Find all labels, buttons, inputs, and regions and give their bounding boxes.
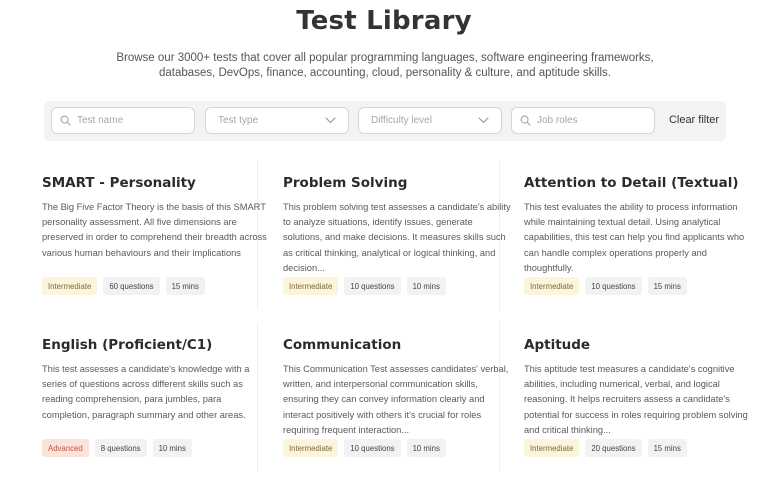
difficulty-badge: Intermediate	[524, 439, 580, 457]
test-card-description: The Big Five Factor Theory is the basis …	[42, 202, 267, 258]
question-count-badge: 10 questions	[344, 439, 401, 457]
test-card-tags: Intermediate 60 questions 15 mins	[42, 277, 205, 295]
test-card-description: This aptitude test measures a candidate'…	[524, 364, 748, 435]
test-card-grid: SMART - Personality The Big Five Factor …	[0, 0, 768, 483]
test-card-tags: Advanced 8 questions 10 mins	[42, 439, 192, 457]
test-card-title[interactable]: Problem Solving	[283, 175, 512, 191]
difficulty-badge: Intermediate	[283, 277, 339, 295]
test-card-tags: Intermediate 10 questions 10 mins	[283, 439, 446, 457]
question-count-badge: 10 questions	[344, 277, 401, 295]
duration-badge: 15 mins	[647, 439, 687, 457]
duration-badge: 15 mins	[647, 277, 687, 295]
test-card-title[interactable]: Aptitude	[524, 337, 753, 353]
difficulty-badge: Advanced	[42, 439, 89, 457]
duration-badge: 10 mins	[406, 439, 446, 457]
test-card-title[interactable]: SMART - Personality	[42, 175, 271, 191]
difficulty-badge: Intermediate	[42, 277, 98, 295]
test-card-tags: Intermediate 10 questions 10 mins	[283, 277, 446, 295]
question-count-badge: 20 questions	[585, 439, 642, 457]
duration-badge: 15 mins	[165, 277, 205, 295]
question-count-badge: 60 questions	[103, 277, 160, 295]
test-card-title[interactable]: Attention to Detail (Textual)	[524, 175, 753, 191]
question-count-badge: 8 questions	[94, 439, 147, 457]
test-card[interactable]: SMART - Personality The Big Five Factor …	[42, 175, 272, 325]
test-card-title[interactable]: Communication	[283, 337, 512, 353]
test-card-tags: Intermediate 10 questions 15 mins	[524, 277, 687, 295]
test-card[interactable]: Aptitude This aptitude test measures a c…	[524, 337, 754, 483]
test-card[interactable]: Problem Solving This problem solving tes…	[283, 175, 513, 325]
duration-badge: 10 mins	[406, 277, 446, 295]
test-card-tags: Intermediate 20 questions 15 mins	[524, 439, 687, 457]
test-card-description: This Communication Test assesses candida…	[283, 364, 509, 435]
difficulty-badge: Intermediate	[524, 277, 580, 295]
difficulty-badge: Intermediate	[283, 439, 339, 457]
test-card-description: This test assesses a candidate's knowled…	[42, 364, 250, 420]
test-card[interactable]: Attention to Detail (Textual) This test …	[524, 175, 754, 325]
test-card-title[interactable]: English (Proficient/C1)	[42, 337, 271, 353]
question-count-badge: 10 questions	[585, 277, 642, 295]
test-card-description: This problem solving test assesses a can…	[283, 202, 511, 273]
test-card-description: This test evaluates the ability to proce…	[524, 202, 745, 273]
duration-badge: 10 mins	[152, 439, 192, 457]
test-card[interactable]: English (Proficient/C1) This test assess…	[42, 337, 272, 483]
test-card[interactable]: Communication This Communication Test as…	[283, 337, 513, 483]
